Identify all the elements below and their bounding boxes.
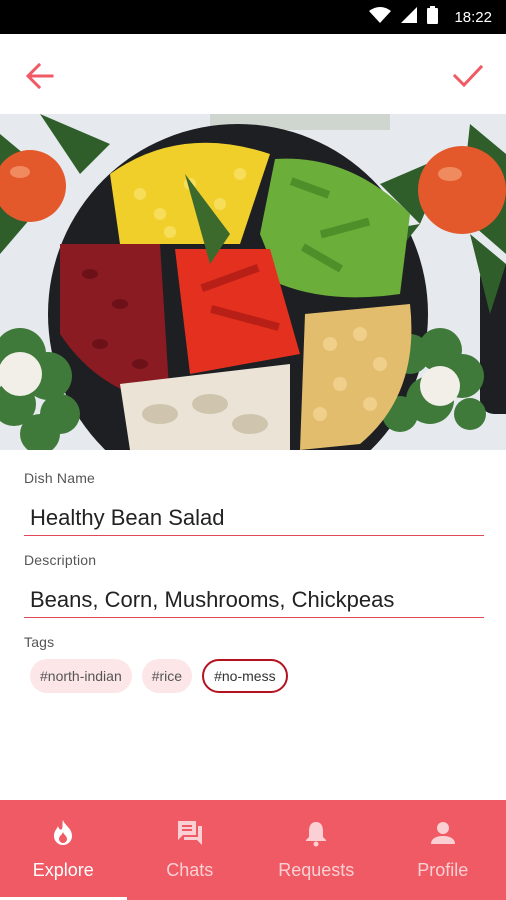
tags-list: #north-indian #rice #no-mess — [30, 659, 288, 693]
signal-icon — [401, 6, 418, 28]
tag-chip-rice[interactable]: #rice — [141, 659, 193, 693]
status-time: 18:22 — [454, 8, 492, 26]
chat-icon — [177, 821, 202, 845]
flame-icon — [54, 820, 73, 845]
nav-requests[interactable]: Requests — [253, 800, 380, 900]
status-icons: 18:22 — [369, 0, 492, 34]
tags-label: Tags — [24, 634, 55, 650]
dish-photo — [0, 114, 506, 450]
dish-name-label: Dish Name — [24, 470, 96, 486]
back-button[interactable] — [22, 58, 58, 94]
nav-profile-label: Profile — [417, 860, 469, 880]
dish-name-input[interactable]: Healthy Bean Salad — [24, 501, 484, 536]
nav-explore[interactable]: Explore — [0, 800, 127, 900]
bottom-navigation: Explore Chats Requests Profile — [0, 800, 506, 900]
battery-icon — [427, 5, 439, 29]
person-icon — [430, 822, 455, 844]
app-bar — [0, 34, 506, 114]
nav-chats[interactable]: Chats — [127, 800, 254, 900]
nav-explore-label: Explore — [32, 860, 94, 880]
nav-chats-label: Chats — [166, 860, 214, 880]
check-icon — [452, 64, 484, 88]
nav-profile[interactable]: Profile — [380, 800, 506, 900]
bell-icon — [306, 822, 327, 847]
wifi-icon — [369, 6, 392, 28]
tag-chip-no-mess[interactable]: #no-mess — [202, 659, 288, 693]
description-input[interactable]: Beans, Corn, Mushrooms, Chickpeas — [24, 583, 484, 618]
tag-chip-north-indian[interactable]: #north-indian — [30, 659, 132, 693]
status-bar: 18:22 — [0, 0, 506, 34]
confirm-button[interactable] — [450, 58, 486, 94]
nav-requests-label: Requests — [278, 860, 355, 880]
description-label: Description — [24, 552, 97, 568]
arrow-back-icon — [25, 62, 54, 90]
